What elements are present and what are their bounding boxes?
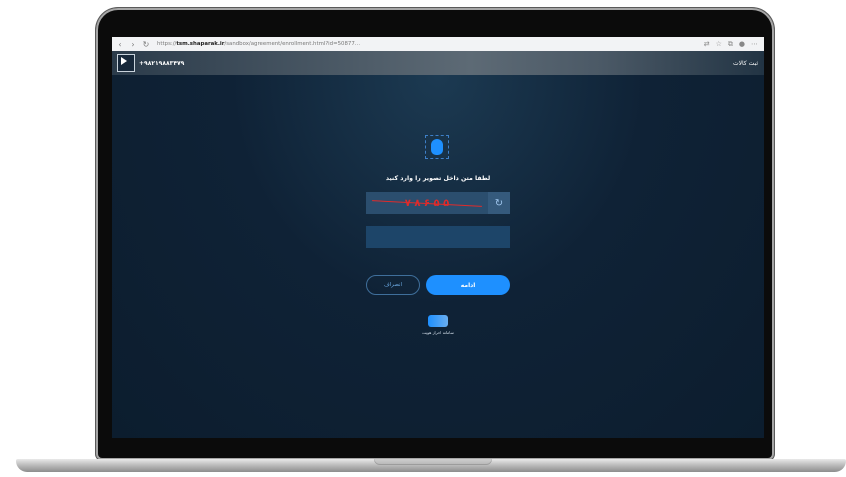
captcha-input[interactable] <box>366 226 510 248</box>
captcha-row: ۷ ۸ ۶ ۵ ۵ ↻ <box>366 192 510 214</box>
laptop-notch <box>374 459 492 465</box>
captcha-panel: لطفا متن داخل تصویر را وارد کنید ۷ ۸ ۶ ۵… <box>112 75 764 438</box>
reload-icon[interactable]: ↻ <box>141 39 151 49</box>
laptop-screen: ‹ › ↻ https:// tsm.shaparak.ir /sandbox/… <box>112 37 764 438</box>
footer-logo <box>428 315 448 327</box>
arrow-left-icon[interactable]: ‹ <box>115 39 125 49</box>
url-host: tsm.shaparak.ir <box>176 41 225 47</box>
laptop-mockup: ‹ › ↻ https:// tsm.shaparak.ir /sandbox/… <box>0 0 846 477</box>
footer-text: سامانه احراز هویت <box>422 330 454 335</box>
arrow-right-icon[interactable]: › <box>128 39 138 49</box>
url-path: /sandbox/agreement/enrollment.html?id=50… <box>224 41 361 47</box>
profile-icon[interactable]: ● <box>739 40 745 48</box>
address-bar[interactable]: https:// tsm.shaparak.ir /sandbox/agreem… <box>157 40 527 49</box>
browser-actions: ⇄ ☆ ⧉ ● ⋯ <box>704 40 764 49</box>
more-icon[interactable]: ⋯ <box>751 40 758 48</box>
browser-toolbar: ‹ › ↻ https:// tsm.shaparak.ir /sandbox/… <box>112 37 764 52</box>
collections-icon[interactable]: ⧉ <box>728 40 733 49</box>
captcha-prompt: لطفا متن داخل تصویر را وارد کنید <box>385 175 491 182</box>
cancel-button[interactable]: انصراف <box>366 275 420 295</box>
fingerprint-icon <box>425 135 449 159</box>
continue-button[interactable]: ادامه <box>426 275 510 295</box>
logo-icon <box>117 54 135 72</box>
app-header: +۹۸۲۱۹۸۸۳۴۷۹ ثبت کالات <box>112 51 764 75</box>
url-prefix: https:// <box>157 41 177 47</box>
star-icon[interactable]: ☆ <box>716 40 722 48</box>
refresh-icon[interactable]: ↻ <box>488 192 510 214</box>
translate-icon[interactable]: ⇄ <box>704 40 710 48</box>
support-phone: +۹۸۲۱۹۸۸۳۴۷۹ <box>139 59 185 67</box>
captcha-image: ۷ ۸ ۶ ۵ ۵ <box>366 192 488 214</box>
register-link[interactable]: ثبت کالات <box>733 60 758 67</box>
